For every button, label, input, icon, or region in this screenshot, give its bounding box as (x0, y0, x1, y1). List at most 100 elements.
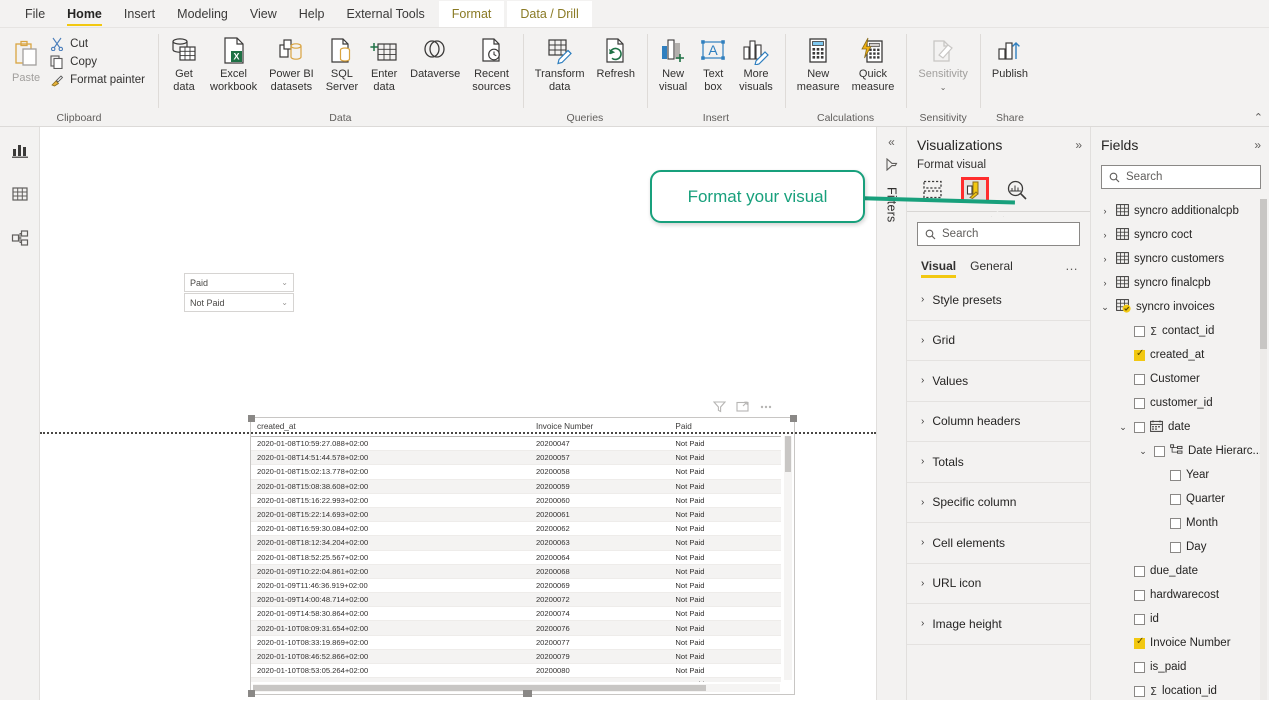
fields-tree[interactable]: › syncro additionalcpb › syncro coct › syncro… (1091, 199, 1269, 700)
field-tree-item[interactable]: is_paid (1091, 655, 1269, 679)
table-row[interactable]: 2020-01-08T18:12:34.204+02:00 20200063 Not… (251, 535, 781, 551)
format-section-values[interactable]: › Values (907, 361, 1090, 402)
table-row[interactable]: 2020-01-08T15:02:13.778+02:00 20200058 Not… (251, 464, 781, 480)
field-tree-item[interactable]: Year (1091, 463, 1269, 487)
table-row[interactable]: 2020-01-08T15:16:22.993+02:00 20200060 Not… (251, 493, 781, 508)
fields-scrollbar[interactable] (1260, 199, 1267, 700)
table-row[interactable]: 2020-01-10T08:09:31.654+02:00 20200076 Not… (251, 620, 781, 636)
table-horizontal-scrollbar[interactable] (253, 684, 780, 692)
filter-icon[interactable] (712, 400, 727, 418)
scroll-thumb[interactable] (253, 685, 707, 691)
field-checkbox[interactable] (1154, 445, 1165, 457)
chevron-down-icon[interactable]: ⌄ (1137, 446, 1149, 457)
format-section-specific-column[interactable]: › Specific column (907, 482, 1090, 523)
table-row[interactable]: 2020-01-08T14:51:44.578+02:00 20200057 Not… (251, 450, 781, 466)
new-measure-button[interactable]: New measure (791, 32, 846, 95)
chevron-down-icon[interactable]: ⌄ (1099, 302, 1111, 313)
format-section-column-headers[interactable]: › Column headers (907, 401, 1090, 442)
ribbon-tab-data-drill[interactable]: Data / Drill (507, 1, 592, 27)
copy-button[interactable]: Copy (46, 53, 149, 71)
chevron-double-right-icon[interactable]: » (1075, 138, 1082, 152)
ribbon-tab-home[interactable]: Home (56, 3, 113, 27)
format-painter-button[interactable]: Format painter (46, 71, 149, 89)
format-search-input[interactable]: Search (917, 222, 1080, 246)
field-checkbox[interactable] (1170, 541, 1181, 553)
field-checkbox[interactable] (1134, 373, 1145, 385)
format-section-image-height[interactable]: › Image height (907, 604, 1090, 645)
ribbon-tab-insert[interactable]: Insert (113, 3, 166, 27)
transform-data-button[interactable]: Transform data (529, 32, 591, 95)
slicer-paid[interactable]: Paid ⌄ (184, 273, 294, 292)
field-tree-item[interactable]: due_date (1091, 559, 1269, 583)
focus-mode-icon[interactable] (736, 400, 749, 418)
field-tree-item[interactable]: customer_id (1091, 391, 1269, 415)
resize-handle-bottom[interactable] (522, 690, 532, 697)
field-checkbox[interactable] (1134, 325, 1145, 337)
format-section-totals[interactable]: › Totals (907, 442, 1090, 483)
chevron-right-icon[interactable]: › (1099, 230, 1111, 240)
field-tree-item[interactable]: › syncro finalcpb (1091, 271, 1269, 295)
chevron-down-icon[interactable]: ⌄ (940, 83, 947, 92)
field-checkbox[interactable] (1134, 397, 1145, 409)
resize-handle-tr[interactable] (790, 415, 797, 422)
ribbon-tab-modeling[interactable]: Modeling (166, 3, 239, 27)
format-section-grid[interactable]: › Grid (907, 320, 1090, 361)
new-visual-button[interactable]: New visual (653, 32, 693, 95)
field-tree-item[interactable]: hardwarecost (1091, 583, 1269, 607)
table-row[interactable]: 2020-01-10T08:53:05.264+02:00 20200080 Not… (251, 663, 781, 679)
sidebar-item-model-view[interactable] (4, 223, 36, 253)
powerbi-datasets-button[interactable]: Power BI datasets (263, 32, 320, 95)
table-vertical-scrollbar[interactable] (784, 436, 792, 680)
get-data-button[interactable]: Get data (164, 32, 204, 95)
collapse-ribbon-button[interactable]: ⌃ (1254, 111, 1263, 124)
table-row[interactable]: 2020-01-08T16:59:30.084+02:00 20200062 Not… (251, 521, 781, 537)
table-row[interactable]: 2020-01-08T15:22:14.693+02:00 20200061 Not… (251, 507, 781, 523)
field-checkbox[interactable] (1170, 469, 1181, 481)
field-tree-item[interactable]: created_at (1091, 343, 1269, 367)
field-checkbox[interactable] (1170, 517, 1181, 529)
publish-button[interactable]: Publish (986, 32, 1034, 83)
field-tree-item[interactable]: › syncro customers (1091, 247, 1269, 271)
field-tree-item[interactable]: ⌄ date (1091, 415, 1269, 439)
field-checkbox[interactable] (1134, 348, 1145, 361)
filters-pane-collapsed[interactable]: « Filters (876, 127, 906, 700)
excel-workbook-button[interactable]: X Excel workbook (204, 32, 263, 95)
table-scroll-region[interactable]: created_at Invoice Number Paid 2020-01-08T… (251, 418, 781, 682)
sidebar-item-report-view[interactable] (4, 135, 36, 165)
enter-data-button[interactable]: Enter data (364, 32, 404, 95)
table-row[interactable]: 2020-01-09T14:00:48.714+02:00 20200072 Not… (251, 592, 781, 608)
field-checkbox[interactable] (1134, 661, 1145, 673)
more-visuals-button[interactable]: More visuals (733, 32, 779, 95)
chevron-right-icon[interactable]: › (1099, 206, 1111, 216)
table-row[interactable]: 2020-01-10T08:33:19.869+02:00 20200077 Not… (251, 635, 781, 650)
ribbon-tab-format[interactable]: Format (438, 1, 505, 27)
chevron-double-left-icon[interactable]: « (888, 135, 895, 149)
analytics-icon[interactable] (1003, 177, 1031, 203)
resize-handle-tl[interactable] (248, 415, 255, 422)
field-tree-item[interactable]: Quarter (1091, 487, 1269, 511)
chevron-double-right-icon[interactable]: » (1254, 138, 1261, 152)
format-section-cell-elements[interactable]: › Cell elements (907, 523, 1090, 564)
chevron-right-icon[interactable]: › (1099, 278, 1111, 288)
format-tabs-more-button[interactable]: … (1065, 258, 1078, 278)
table-row[interactable]: 2020-01-09T14:58:30.864+02:00 20200074 Not… (251, 606, 781, 622)
field-tree-item[interactable]: › syncro additionalcpb (1091, 199, 1269, 223)
recent-sources-button[interactable]: Recent sources (466, 32, 517, 95)
tab-general[interactable]: General (970, 259, 1013, 278)
quick-measure-button[interactable]: Quick measure (846, 32, 901, 95)
table-row[interactable]: 2020-01-10T09:04:23.612+02:0020200081Not… (251, 677, 781, 682)
field-checkbox[interactable] (1134, 421, 1145, 433)
field-checkbox[interactable] (1134, 613, 1145, 625)
field-tree-item[interactable]: Invoice Number (1091, 631, 1269, 655)
table-row[interactable]: 2020-01-09T10:22:04.861+02:00 20200068 Not… (251, 564, 781, 579)
sensitivity-button[interactable]: Sensitivity ⌄ (912, 32, 974, 96)
field-tree-item[interactable]: Σlocation_id (1091, 679, 1269, 700)
tab-visual[interactable]: Visual (921, 259, 957, 278)
dataverse-button[interactable]: Dataverse (404, 32, 466, 83)
chevron-down-icon[interactable]: ⌄ (1117, 422, 1129, 433)
scroll-thumb[interactable] (785, 436, 791, 472)
ribbon-tab-help[interactable]: Help (288, 3, 336, 27)
text-box-button[interactable]: A Text box (693, 32, 733, 95)
fields-search-input[interactable]: Search (1101, 165, 1261, 189)
ribbon-tab-external-tools[interactable]: External Tools (335, 3, 435, 27)
